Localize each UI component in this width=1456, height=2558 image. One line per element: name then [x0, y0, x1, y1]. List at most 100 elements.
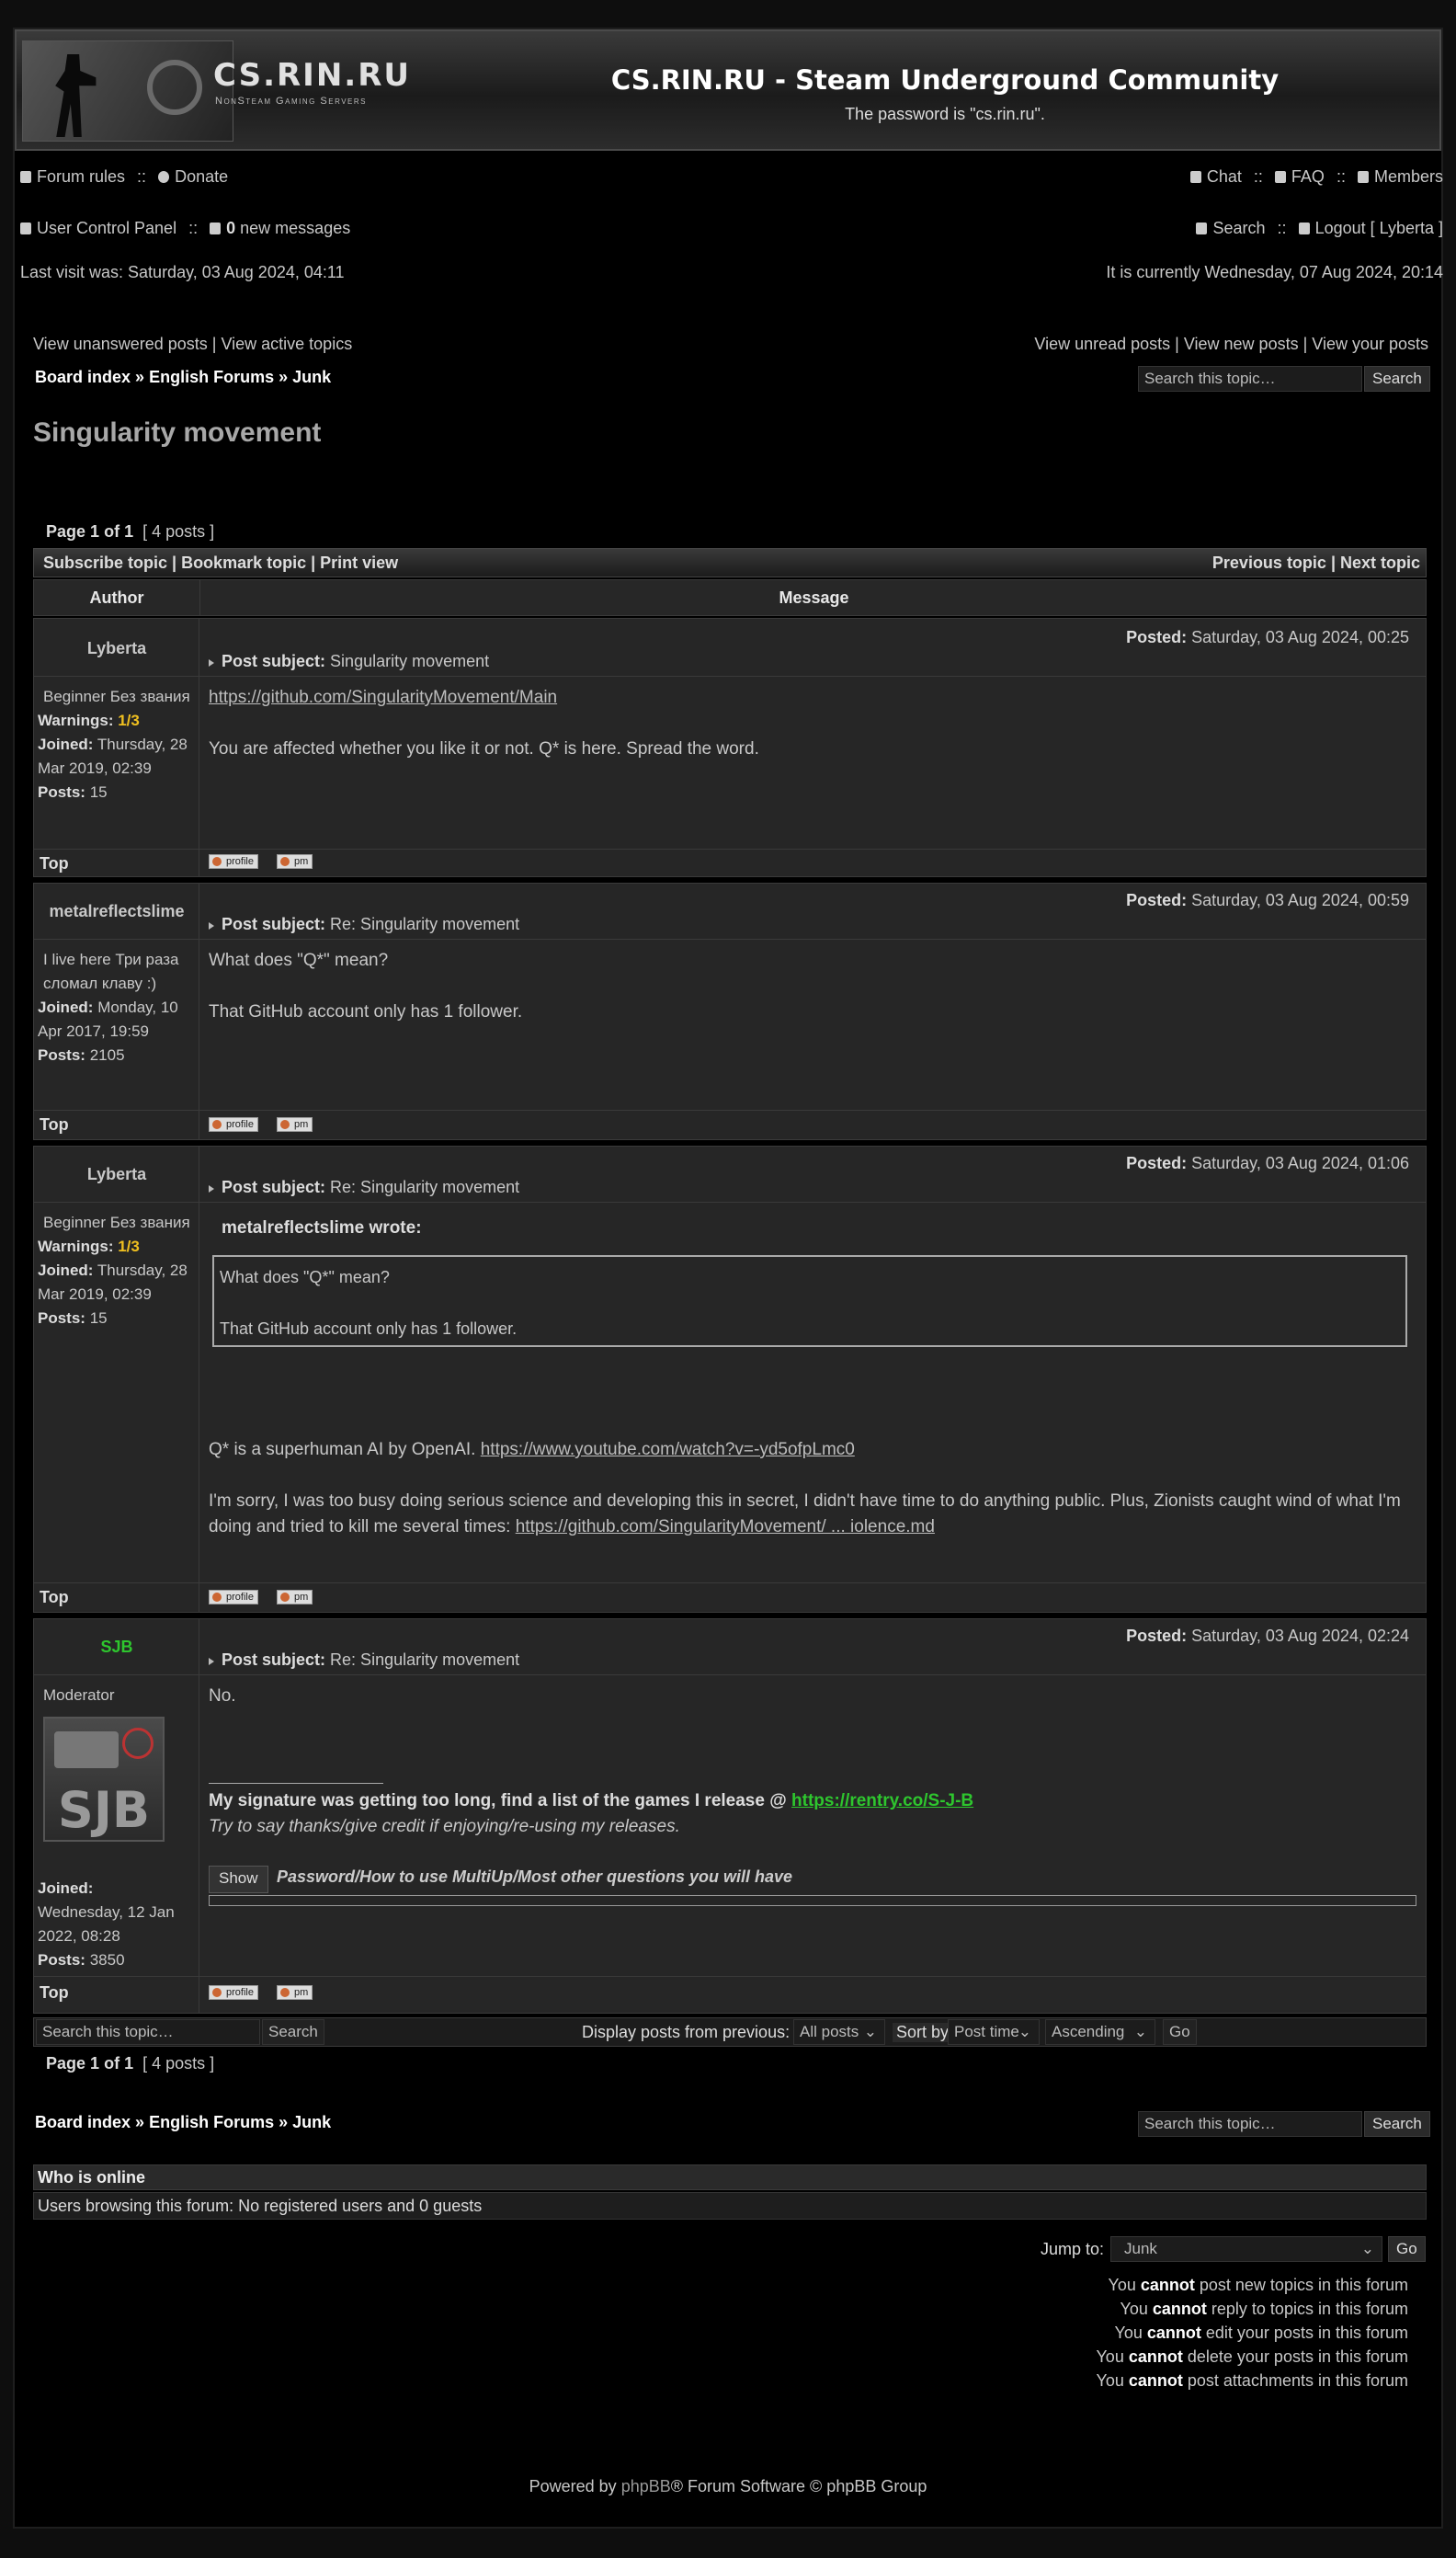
- topic-search-button[interactable]: Search: [1364, 366, 1430, 392]
- profile-button[interactable]: profile: [209, 1117, 258, 1132]
- display-posts-select[interactable]: All posts ⌄: [793, 2019, 885, 2045]
- github-violence-link[interactable]: https://github.com/SingularityMovement/ …: [516, 1517, 935, 1536]
- author-rank: I live here Три раза сломал клаву :): [43, 951, 179, 992]
- sort-go-button[interactable]: Go: [1163, 2019, 1197, 2045]
- view-links-left[interactable]: View unanswered posts | View active topi…: [33, 335, 352, 354]
- spoiler-title: Password/How to use MultiUp/Most other q…: [277, 1867, 793, 1886]
- spoiler: Show Password/How to use MultiUp/Most ot…: [209, 1866, 1416, 1906]
- post-date: Saturday, 03 Aug 2024, 00:25: [1191, 628, 1409, 646]
- nav-separator: ::: [1253, 167, 1263, 186]
- posted-label: Posted:: [1126, 1154, 1188, 1172]
- spoiler-show-button[interactable]: Show: [209, 1866, 268, 1893]
- pm-button[interactable]: pm: [277, 1117, 313, 1132]
- online-title: Who is online: [33, 2164, 1427, 2190]
- sort-by-select[interactable]: Post time ⌄: [948, 2019, 1040, 2045]
- page-label: Page: [46, 2054, 86, 2073]
- topic-search-input-bottom[interactable]: Search this topic…: [1138, 2111, 1362, 2137]
- breadcrumb-board-index[interactable]: Board index: [35, 2113, 131, 2131]
- top-link[interactable]: Top: [40, 1115, 69, 1135]
- crosshair-icon: [122, 1728, 154, 1759]
- avatar-text: SJB: [57, 1781, 151, 1839]
- faq-icon: [1274, 171, 1286, 183]
- topic-search-input[interactable]: Search this topic…: [1138, 366, 1362, 392]
- breadcrumb-board-index[interactable]: Board index: [35, 368, 131, 386]
- bottom-search-button[interactable]: Search: [262, 2019, 324, 2045]
- post-author[interactable]: Lyberta: [34, 1165, 199, 1184]
- posts-label: Posts:: [38, 1046, 85, 1064]
- forum-rules-link[interactable]: Forum rules: [37, 167, 125, 186]
- page-of: of: [104, 2054, 120, 2073]
- jump-to-select[interactable]: Junk ⌄: [1110, 2236, 1382, 2262]
- joined-label: Joined:: [38, 1879, 94, 1897]
- site-description: The password is "cs.rin.ru".: [845, 105, 1045, 123]
- donate-link[interactable]: Donate: [175, 167, 228, 186]
- topic-actions[interactable]: Subscribe topic | Bookmark topic | Print…: [43, 554, 398, 572]
- ucp-link[interactable]: User Control Panel: [37, 219, 176, 237]
- chevron-down-icon: ⌄: [1360, 2240, 1374, 2257]
- site-logo[interactable]: [22, 40, 233, 142]
- joined-label: Joined:: [38, 1262, 94, 1279]
- permission-pre: You: [1114, 2324, 1143, 2342]
- faq-link[interactable]: FAQ: [1291, 167, 1325, 186]
- pm-button[interactable]: pm: [277, 854, 313, 869]
- warnings-value[interactable]: 1/3: [118, 712, 140, 729]
- post-author-moderator[interactable]: SJB: [34, 1638, 199, 1657]
- top-link[interactable]: Top: [40, 1983, 69, 2003]
- subject-label: Post subject:: [222, 915, 326, 933]
- chat-link[interactable]: Chat: [1207, 167, 1242, 186]
- warnings-value[interactable]: 1/3: [118, 1238, 140, 1255]
- post-1: Lyberta Posted: Saturday, 03 Aug 2024, 0…: [33, 618, 1427, 877]
- quote-author: metalreflectslime wrote:: [222, 1218, 422, 1238]
- post-4: SJB Posted: Saturday, 03 Aug 2024, 02:24…: [33, 1618, 1427, 2014]
- phpbb-link[interactable]: phpBB: [621, 2477, 671, 2495]
- posted-label: Posted:: [1126, 1627, 1188, 1645]
- post-author[interactable]: Lyberta: [34, 639, 199, 658]
- footer: Powered by phpBB® Forum Software © phpBB…: [15, 2477, 1441, 2496]
- breadcrumb-sep: »: [135, 2113, 145, 2131]
- topic-search-button-bottom[interactable]: Search: [1364, 2111, 1430, 2137]
- search-link[interactable]: Search: [1212, 219, 1265, 237]
- breadcrumb-english-forums[interactable]: English Forums: [149, 2113, 274, 2131]
- jump-go-button[interactable]: Go: [1388, 2236, 1426, 2262]
- joined-label: Joined:: [38, 999, 94, 1016]
- profile-button[interactable]: profile: [209, 1985, 258, 2000]
- logout-icon: [1298, 223, 1310, 234]
- page-wrapper: CS.RIN.RU NonSteam Gaming Servers CS.RIN…: [13, 28, 1443, 2529]
- breadcrumb-junk[interactable]: Junk: [292, 368, 331, 386]
- profile-button[interactable]: profile: [209, 854, 258, 869]
- pm-button[interactable]: pm: [277, 1590, 313, 1604]
- top-link[interactable]: Top: [40, 854, 69, 874]
- page-total: 1: [124, 522, 134, 541]
- youtube-link[interactable]: https://www.youtube.com/watch?v=-yd5ofpL…: [481, 1440, 855, 1459]
- members-link[interactable]: Members: [1374, 167, 1443, 186]
- posts-table-header: Author Message: [33, 579, 1427, 616]
- members-icon: [1357, 171, 1369, 183]
- site-banner: CS.RIN.RU NonSteam Gaming Servers CS.RIN…: [15, 29, 1441, 151]
- pm-button[interactable]: pm: [277, 1985, 313, 2000]
- new-messages-link[interactable]: new messages: [240, 219, 350, 237]
- ucp-icon: [20, 223, 31, 234]
- display-posts-value: All posts: [800, 2023, 859, 2040]
- profile-button[interactable]: profile: [209, 1590, 258, 1604]
- donate-icon: [158, 171, 170, 183]
- breadcrumb-english-forums[interactable]: English Forums: [149, 368, 274, 386]
- topic-actions-bar: Subscribe topic | Bookmark topic | Print…: [33, 548, 1427, 577]
- permission-text: delete your posts in this forum: [1187, 2347, 1408, 2366]
- permission-cannot: cannot: [1146, 2324, 1201, 2342]
- topic-navigation[interactable]: Previous topic | Next topic: [1212, 554, 1420, 573]
- view-links-right[interactable]: View unread posts | View new posts | Vie…: [1034, 335, 1428, 354]
- bottom-search-input[interactable]: Search this topic…: [36, 2019, 260, 2045]
- sort-order-select[interactable]: Ascending ⌄: [1045, 2019, 1155, 2045]
- post-author[interactable]: metalreflectslime: [34, 902, 199, 921]
- top-link[interactable]: Top: [40, 1588, 69, 1607]
- sort-by-label: Sort by: [893, 2023, 953, 2042]
- chat-icon: [1189, 171, 1201, 183]
- post-arrow-icon: [209, 1185, 214, 1193]
- signature-link[interactable]: https://rentry.co/S-J-B: [791, 1791, 973, 1810]
- new-messages-count[interactable]: 0: [226, 219, 235, 237]
- warnings-label: Warnings:: [38, 712, 114, 729]
- signature-italic: Try to say thanks/give credit if enjoyin…: [209, 1817, 680, 1836]
- post-link[interactable]: https://github.com/SingularityMovement/M…: [209, 688, 557, 707]
- logout-link[interactable]: Logout [ Lyberta ]: [1315, 219, 1443, 237]
- breadcrumb-junk[interactable]: Junk: [292, 2113, 331, 2131]
